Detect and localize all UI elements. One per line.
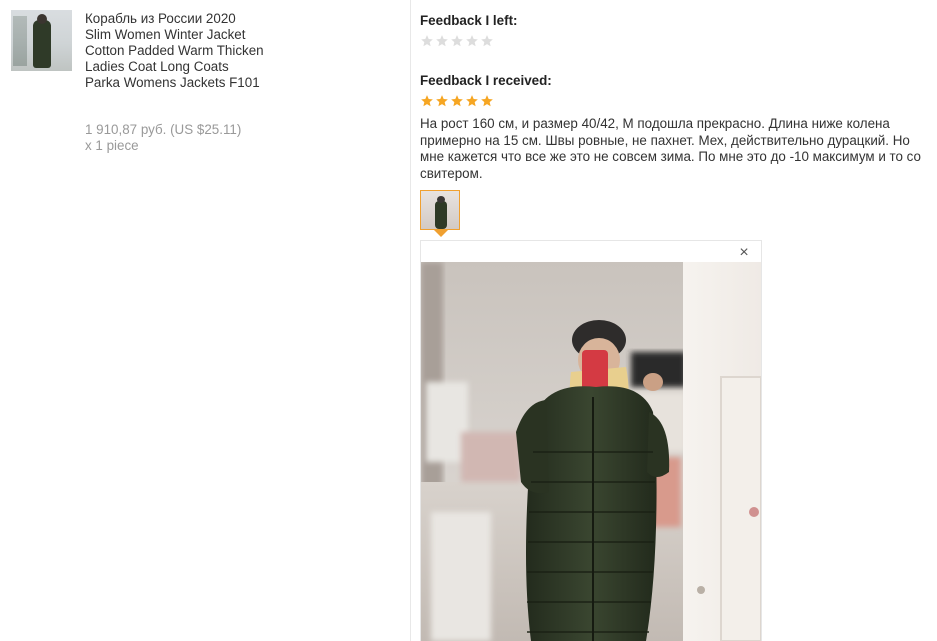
review-photo-thumbnail[interactable]	[420, 190, 460, 230]
star-empty-icon	[420, 34, 434, 48]
close-icon[interactable]: ×	[736, 245, 752, 261]
photo-thumbnail-figure	[435, 201, 447, 229]
star-filled-icon	[420, 94, 434, 108]
star-filled-icon	[450, 94, 464, 108]
feedback-left-heading: Feedback I left:	[420, 13, 518, 28]
star-empty-icon	[450, 34, 464, 48]
feedback-received-stars	[420, 94, 494, 108]
photo-thumbnail-head	[437, 196, 445, 203]
thumbnail-background	[13, 16, 27, 66]
feedback-left-stars	[420, 34, 494, 48]
column-divider	[410, 0, 411, 641]
product-thumbnail[interactable]	[11, 10, 72, 71]
star-empty-icon	[465, 34, 479, 48]
review-photo	[421, 262, 761, 641]
review-text: На рост 160 см, и размер 40/42, M подошл…	[420, 116, 921, 181]
thumbnail-figure	[33, 20, 51, 68]
selected-thumbnail-pointer	[434, 230, 448, 237]
star-empty-icon	[435, 34, 449, 48]
star-filled-icon	[480, 94, 494, 108]
product-title-link[interactable]: Корабль из России 2020 Slim Women Winter…	[85, 11, 265, 91]
star-filled-icon	[435, 94, 449, 108]
star-filled-icon	[465, 94, 479, 108]
star-empty-icon	[480, 34, 494, 48]
review-photo-illustration	[421, 262, 761, 641]
feedback-received-heading: Feedback I received:	[420, 73, 552, 88]
thumbnail-head	[37, 14, 47, 24]
product-price: 1 910,87 руб. (US $25.11)	[85, 122, 242, 137]
product-quantity: x 1 piece	[85, 138, 139, 153]
